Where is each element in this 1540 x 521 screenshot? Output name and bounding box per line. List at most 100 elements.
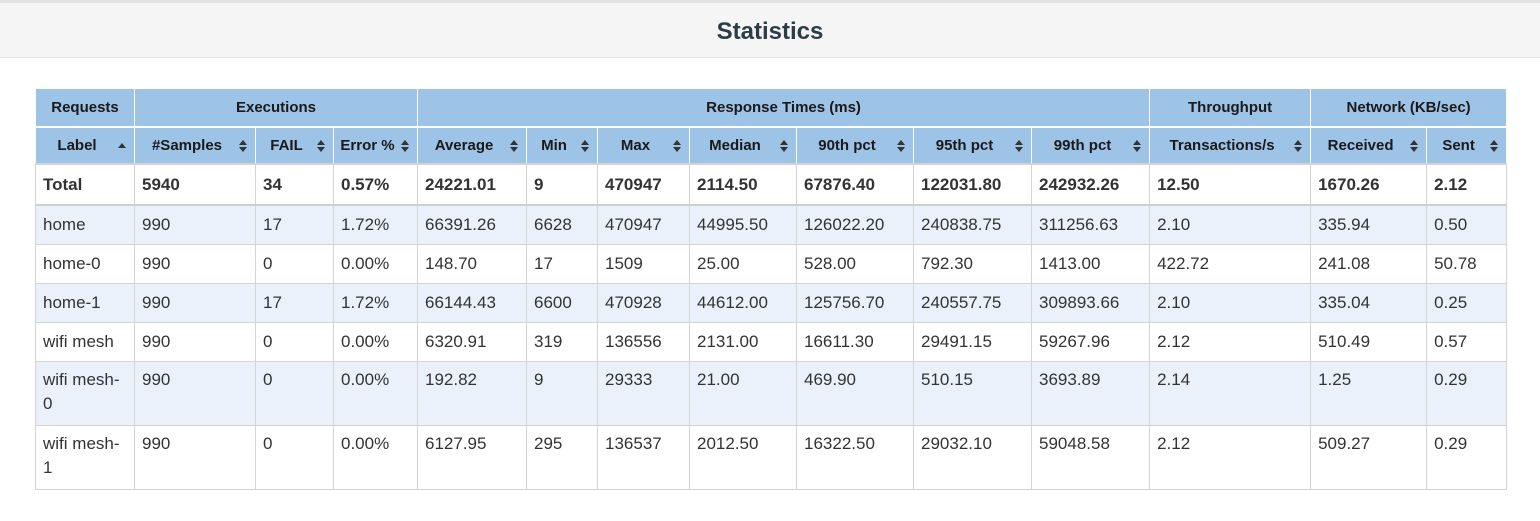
column-header-average[interactable]: Average: [417, 127, 528, 165]
group-requests: Requests: [35, 89, 135, 128]
cell-max: 470947: [597, 204, 691, 245]
cell-transactions-s: 422.72: [1149, 243, 1312, 284]
cell-median: 2114.50: [689, 163, 798, 206]
cell-average: 24221.01: [417, 163, 528, 206]
cell-max: 136537: [597, 424, 691, 490]
cell-max: 470928: [597, 282, 691, 323]
cell-error-pct: 0.00%: [332, 243, 419, 284]
sort-ascending-icon[interactable]: [118, 140, 126, 152]
sort-icon[interactable]: [673, 139, 682, 152]
column-header-fail[interactable]: FAIL: [255, 127, 334, 165]
column-header-90th-pct[interactable]: 90th pct: [796, 127, 915, 165]
column-header-label: #Samples: [151, 137, 223, 154]
cell-transactions-s: 12.50: [1149, 163, 1312, 206]
cell-average: 6127.95: [417, 424, 528, 490]
cell-error-pct: 0.00%: [332, 321, 419, 362]
column-header-label: Transactions/s: [1169, 137, 1275, 154]
cell-transactions-s: 2.10: [1149, 282, 1312, 323]
cell-95th-pct: 29032.10: [913, 424, 1033, 490]
cell-error-pct: 1.72%: [332, 204, 419, 245]
sort-icon[interactable]: [239, 139, 247, 152]
cell-label: Total: [35, 163, 135, 206]
page-title: Statistics: [716, 18, 824, 45]
column-header-median[interactable]: Median: [689, 127, 798, 165]
cell-99th-pct: 3693.89: [1031, 360, 1151, 426]
cell-95th-pct: 792.30: [913, 243, 1033, 284]
cell-95th-pct: 240557.75: [913, 282, 1033, 323]
cell-median: 21.00: [689, 360, 798, 426]
table-row: home 990 17 1.72% 66391.26 6628 470947 44995.50…: [35, 204, 1508, 245]
sort-icon[interactable]: [1133, 139, 1142, 152]
column-header-label: Label: [57, 137, 97, 154]
cell-min: 295: [526, 424, 599, 490]
sort-icon[interactable]: [1410, 139, 1419, 152]
cell-max: 1509: [597, 243, 691, 284]
sort-icon[interactable]: [780, 139, 789, 152]
sort-icon[interactable]: [1015, 139, 1024, 152]
cell-95th-pct: 510.15: [913, 360, 1033, 426]
table-row: wifi mesh 990 0 0.00% 6320.91 319 136556 2131.0…: [35, 321, 1508, 362]
column-header-label: Median: [709, 137, 761, 154]
sort-icon[interactable]: [1294, 139, 1303, 152]
cell-90th-pct: 67876.40: [796, 163, 915, 206]
cell-label: wifi mesh: [35, 321, 135, 362]
cell-sent: 0.29: [1426, 360, 1508, 426]
cell-samples: 990: [134, 204, 256, 245]
cell-error-pct: 0.57%: [332, 163, 419, 206]
column-header-label: Sent: [1442, 137, 1475, 154]
column-header-error-pct[interactable]: Error %: [332, 127, 419, 165]
cell-fail: 34: [255, 163, 334, 206]
cell-95th-pct: 122031.80: [913, 163, 1033, 206]
table-body: Total 5940 34 0.57% 24221.01 9 470947 2114.50 67…: [35, 163, 1508, 490]
sort-icon[interactable]: [1490, 139, 1499, 152]
cell-transactions-s: 2.14: [1149, 360, 1312, 426]
cell-sent: 2.12: [1426, 163, 1508, 206]
cell-fail: 0: [255, 424, 334, 490]
cell-label: wifi mesh-0: [35, 360, 135, 426]
table-row: home-0 990 0 0.00% 148.70 17 1509 25.00 528.00 79…: [35, 243, 1508, 284]
group-executions: Executions: [133, 89, 419, 128]
cell-min: 9: [526, 360, 599, 426]
cell-average: 66391.26: [417, 204, 528, 245]
cell-average: 66144.43: [417, 282, 528, 323]
sort-icon[interactable]: [317, 139, 325, 152]
cell-fail: 0: [255, 243, 334, 284]
column-header-95th-pct[interactable]: 95th pct: [913, 127, 1033, 165]
cell-max: 470947: [597, 163, 691, 206]
cell-average: 148.70: [417, 243, 528, 284]
column-header-label: Error %: [340, 137, 395, 154]
cell-99th-pct: 309893.66: [1031, 282, 1151, 323]
table-row: home-1 990 17 1.72% 66144.43 6600 470928 44612.…: [35, 282, 1508, 323]
column-header-max[interactable]: Max: [597, 127, 691, 165]
column-header-99th-pct[interactable]: 99th pct: [1031, 127, 1151, 165]
cell-min: 6628: [526, 204, 599, 245]
page-header: Statistics: [0, 3, 1540, 58]
cell-90th-pct: 528.00: [796, 243, 915, 284]
cell-min: 6600: [526, 282, 599, 323]
column-header-transactions-s[interactable]: Transactions/s: [1149, 127, 1312, 165]
cell-average: 192.82: [417, 360, 528, 426]
column-header-label[interactable]: Label: [35, 127, 135, 165]
sort-icon[interactable]: [897, 139, 906, 152]
sort-icon[interactable]: [510, 139, 519, 152]
cell-received: 510.49: [1310, 321, 1428, 362]
cell-90th-pct: 126022.20: [796, 204, 915, 245]
cell-received: 241.08: [1310, 243, 1428, 284]
cell-fail: 17: [255, 204, 334, 245]
group-response-times: Response Times (ms): [417, 89, 1151, 128]
column-header-samples[interactable]: #Samples: [134, 127, 256, 165]
cell-received: 1.25: [1310, 360, 1428, 426]
cell-samples: 990: [134, 321, 256, 362]
column-header-received[interactable]: Received: [1310, 127, 1428, 165]
statistics-table-container: Requests Executions Response Times (ms) …: [35, 89, 1508, 490]
cell-received: 509.27: [1310, 424, 1428, 490]
column-header-label: 90th pct: [818, 137, 876, 154]
cell-sent: 0.25: [1426, 282, 1508, 323]
column-header-min[interactable]: Min: [526, 127, 599, 165]
cell-samples: 990: [134, 360, 256, 426]
column-header-label: Max: [620, 137, 651, 154]
sort-icon[interactable]: [581, 139, 590, 152]
cell-99th-pct: 1413.00: [1031, 243, 1151, 284]
sort-icon[interactable]: [401, 139, 410, 152]
column-header-sent[interactable]: Sent: [1426, 127, 1508, 165]
